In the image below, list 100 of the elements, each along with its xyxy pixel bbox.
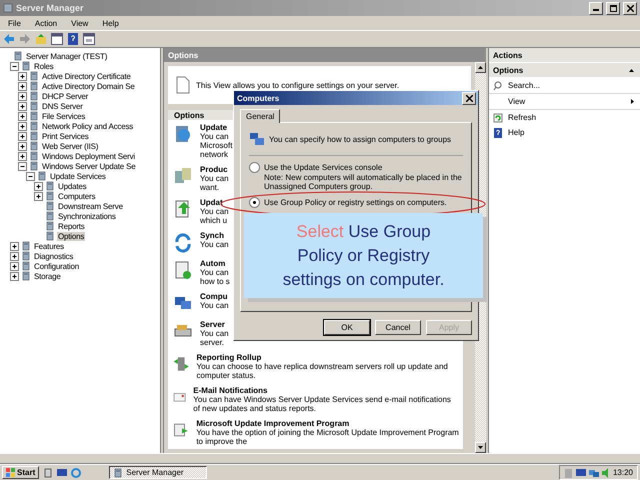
tree-item[interactable]: Windows Server Update Se — [41, 162, 136, 170]
collapse-arrow-icon[interactable] — [629, 68, 634, 72]
tree-item[interactable]: Computers — [57, 192, 96, 200]
monitor-icon[interactable] — [57, 468, 68, 478]
tab[interactable]: General — [240, 109, 280, 123]
tree-item[interactable]: Active Directory Certificate — [41, 72, 132, 80]
plus-icon — [19, 152, 26, 160]
option-title[interactable]: Reporting Rollup — [196, 353, 459, 362]
tree-item[interactable]: Options — [57, 232, 86, 240]
menu-item[interactable]: View — [71, 18, 88, 28]
task-link[interactable]: Search... — [508, 81, 634, 90]
description-text: This View allows you to configure settings on your server. — [196, 80, 400, 90]
option-title[interactable]: Produc — [200, 165, 229, 174]
close-button[interactable] — [623, 2, 637, 14]
option-title[interactable]: Update — [200, 123, 232, 132]
server-icon — [29, 101, 39, 111]
server-icon[interactable] — [43, 468, 54, 478]
tree-item[interactable]: Active Directory Domain Se — [41, 82, 136, 90]
expand-toggle[interactable] — [10, 242, 19, 250]
radio-label[interactable]: Use the Update Services console — [264, 163, 382, 172]
server-icon — [45, 181, 55, 191]
document-icon — [176, 76, 190, 94]
option-title[interactable]: Synch — [200, 231, 229, 240]
option-description: network — [200, 150, 230, 159]
tree-item[interactable]: Network Policy and Access — [41, 122, 134, 130]
dialog-header-text: You can specify how to assign computers to groups — [269, 134, 452, 144]
server-icon — [29, 141, 39, 151]
expand-toggle[interactable] — [34, 192, 43, 200]
server-icon — [29, 91, 39, 101]
speaker-icon — [602, 468, 610, 478]
taskbar-button[interactable]: Server Manager — [109, 466, 208, 479]
expand-toggle[interactable] — [18, 102, 27, 110]
menu-item[interactable]: Action — [34, 18, 58, 28]
expand-toggle[interactable] — [18, 72, 27, 80]
tree-item[interactable]: Downstream Serve — [57, 202, 124, 210]
tree-item[interactable]: Roles — [33, 62, 54, 70]
task-link[interactable]: Refresh — [508, 113, 634, 122]
scroll-up-button[interactable] — [475, 62, 486, 73]
task-link[interactable]: View — [508, 97, 626, 106]
plus-icon — [19, 122, 26, 130]
actions-section-title[interactable]: Options — [493, 66, 524, 74]
expand-toggle[interactable] — [18, 162, 27, 170]
expand-toggle[interactable] — [18, 112, 27, 120]
close-button[interactable] — [462, 92, 476, 104]
option-description: You can have Windows Server Update Services send e-mail notifications of new updates and status reports. — [193, 395, 452, 413]
expand-toggle[interactable] — [10, 62, 19, 70]
expand-toggle[interactable] — [10, 272, 19, 280]
expand-toggle[interactable] — [18, 92, 27, 100]
help-icon[interactable] — [67, 33, 79, 45]
radio-button[interactable] — [249, 197, 260, 208]
expand-toggle[interactable] — [10, 262, 19, 270]
option-title[interactable]: Autom — [200, 259, 230, 268]
tree-item[interactable]: Features — [33, 242, 65, 250]
expand-toggle[interactable] — [18, 82, 27, 90]
option-title[interactable]: Server — [200, 320, 229, 329]
expand-toggle[interactable] — [18, 122, 27, 130]
tree-item[interactable]: Configuration — [33, 262, 80, 270]
option-description: want. — [200, 183, 220, 192]
scroll-down-button[interactable] — [475, 442, 486, 453]
option-title[interactable]: Microsoft Update Improvement Program — [196, 419, 459, 428]
dialog-button[interactable]: Cancel — [375, 320, 421, 335]
tree-item[interactable]: Windows Deployment Servi — [41, 152, 136, 160]
console-window-icon[interactable] — [83, 33, 95, 45]
maximize-icon — [610, 4, 616, 12]
expand-toggle[interactable] — [18, 152, 27, 160]
tree-item[interactable]: Web Server (IIS) — [41, 142, 100, 150]
tree-item[interactable]: File Services — [41, 112, 86, 120]
option-title[interactable]: E-Mail Notifications — [193, 386, 459, 395]
maximize-button[interactable] — [606, 2, 620, 14]
server-icon — [29, 161, 39, 171]
expand-toggle[interactable] — [18, 142, 27, 150]
tree-item[interactable]: Server Manager (TEST) — [25, 52, 108, 60]
tree-item[interactable]: DHCP Server — [41, 92, 90, 100]
expand-toggle[interactable] — [10, 252, 19, 260]
tree-item[interactable]: Synchronizations — [57, 212, 117, 220]
menu-item[interactable]: Help — [102, 18, 119, 28]
option-title[interactable]: Compu — [200, 292, 229, 301]
tree-item[interactable]: Update Services — [49, 172, 107, 180]
window-title: Server Manager — [16, 3, 85, 13]
tree-item[interactable]: Storage — [33, 272, 62, 280]
server-icon — [29, 111, 39, 121]
option-title[interactable]: Updat — [200, 198, 229, 207]
expand-toggle[interactable] — [18, 132, 27, 140]
tree-item[interactable]: Reports — [57, 222, 86, 230]
trash-icon — [564, 468, 573, 478]
expand-toggle[interactable] — [34, 182, 43, 190]
minimize-button[interactable] — [589, 2, 603, 14]
option-description: You can choose to have replica downstream servers roll up update and computer status. — [196, 362, 449, 380]
tree-item[interactable]: DNS Server — [41, 102, 84, 110]
dialog-button[interactable]: OK — [324, 320, 370, 335]
expand-toggle[interactable] — [26, 172, 35, 180]
server-icon — [21, 241, 31, 251]
tree-item[interactable]: Diagnostics — [33, 252, 74, 260]
tree-item[interactable]: Updates — [57, 182, 88, 190]
radio-button[interactable] — [249, 162, 260, 173]
task-link[interactable]: Help — [508, 128, 634, 137]
start-button[interactable]: Start — [2, 466, 40, 479]
menu-item[interactable]: File — [8, 18, 21, 28]
console-tree-icon[interactable] — [51, 33, 63, 45]
tree-item[interactable]: Print Services — [41, 132, 90, 140]
